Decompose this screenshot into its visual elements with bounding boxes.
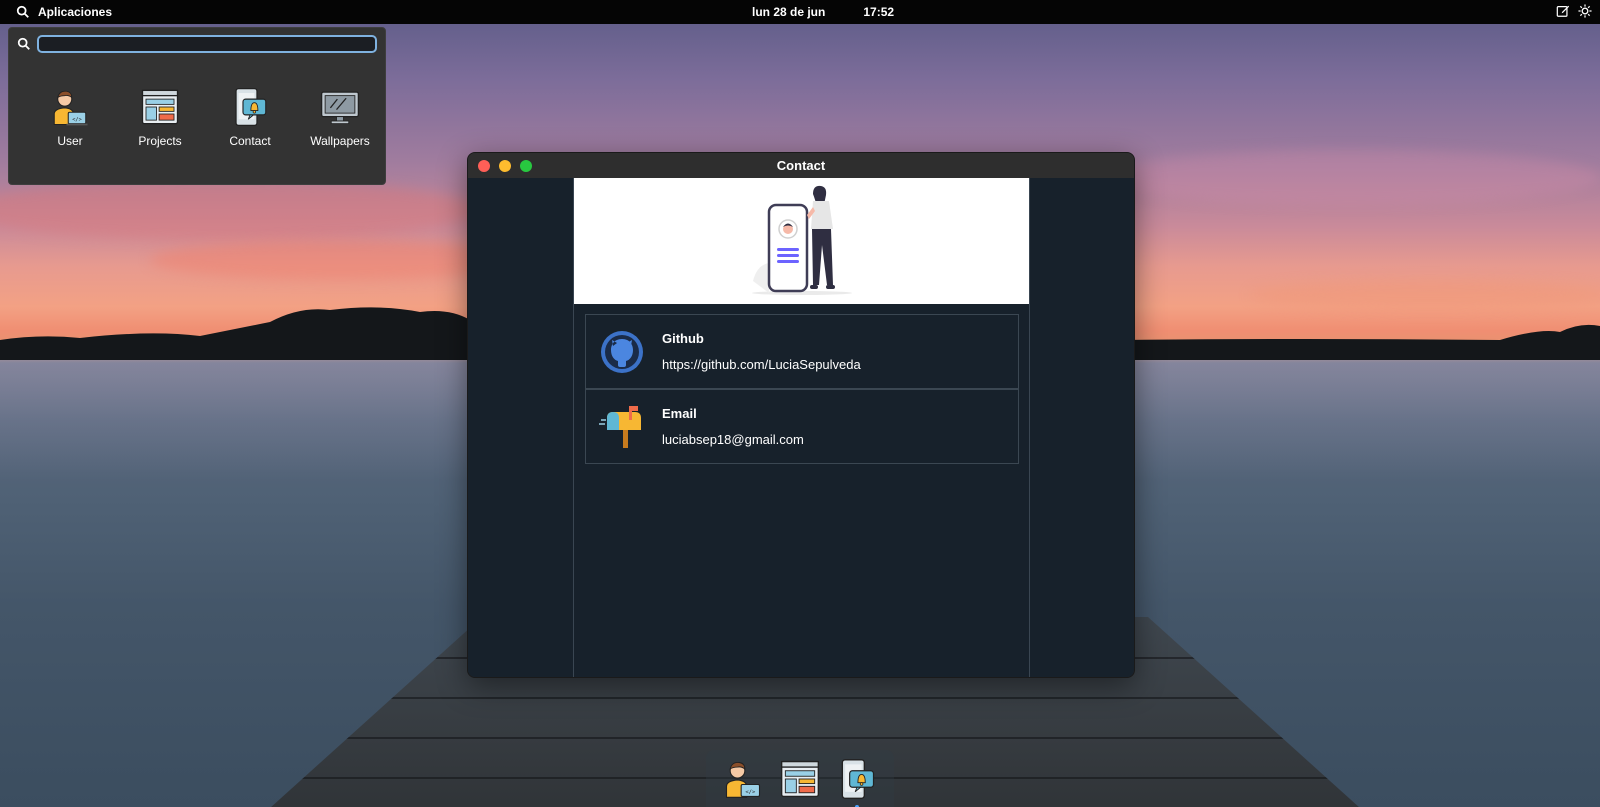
- svg-text:</>: </>: [745, 789, 756, 795]
- contact-title: Email: [662, 406, 697, 421]
- launcher-app-projects[interactable]: Projects: [115, 86, 205, 148]
- brightness-icon[interactable]: [1578, 4, 1592, 18]
- contact-card-github[interactable]: Github https://github.com/LuciaSepulveda: [585, 314, 1019, 389]
- dock-item-user[interactable]: </>: [721, 757, 765, 801]
- applications-label: Aplicaciones: [38, 5, 113, 19]
- contact-value[interactable]: https://github.com/LuciaSepulveda: [662, 357, 861, 372]
- dock-item-contact[interactable]: [835, 757, 879, 807]
- date-label: lun 28 de jun: [752, 5, 826, 19]
- search-icon: [17, 37, 30, 50]
- github-icon: [601, 330, 643, 373]
- launcher-app-contact[interactable]: Contact: [205, 86, 295, 148]
- dock: </>: [706, 750, 894, 807]
- wallpapers-icon: [320, 91, 360, 125]
- window-titlebar[interactable]: Contact: [468, 153, 1134, 178]
- dock-item-projects[interactable]: [778, 757, 822, 801]
- time-label: 17:52: [863, 5, 895, 19]
- contact-card-email[interactable]: Email luciabsep18@gmail.com: [585, 389, 1019, 464]
- launcher-app-label: Contact: [229, 134, 271, 148]
- launcher-app-label: User: [57, 134, 83, 148]
- launcher-app-wallpapers[interactable]: Wallpapers: [295, 86, 385, 148]
- contact-icon: [841, 758, 875, 799]
- projects-icon: [141, 89, 179, 125]
- clock[interactable]: lun 28 de jun 17:52: [752, 5, 894, 19]
- launcher-app-user[interactable]: </> User: [25, 86, 115, 148]
- projects-icon: [780, 760, 820, 797]
- mailbox-icon: [599, 405, 641, 448]
- user-icon: </>: [53, 90, 88, 126]
- edit-icon[interactable]: [1556, 4, 1570, 18]
- applications-menu[interactable]: Aplicaciones: [16, 5, 112, 19]
- contact-content: Github https://github.com/LuciaSepulveda…: [573, 178, 1030, 677]
- window-title: Contact: [776, 158, 826, 173]
- launcher-search-input[interactable]: [37, 35, 377, 53]
- launcher-app-label: Projects: [138, 134, 182, 148]
- svg-text:</>: </>: [72, 117, 81, 123]
- contact-icon: [235, 87, 267, 127]
- search-icon: [16, 5, 29, 18]
- app-launcher: </> User Projects Contact Wallpapers: [8, 27, 386, 185]
- launcher-app-label: Wallpapers: [310, 134, 370, 148]
- user-icon: </>: [725, 761, 760, 798]
- top-bar: Aplicaciones lun 28 de jun 17:52: [0, 0, 1600, 24]
- contact-value[interactable]: luciabsep18@gmail.com: [662, 432, 804, 447]
- contact-title: Github: [662, 331, 704, 346]
- contact-window: Contact Github https://github.com/LuciaS…: [467, 152, 1135, 678]
- contact-illustration: [574, 178, 1029, 304]
